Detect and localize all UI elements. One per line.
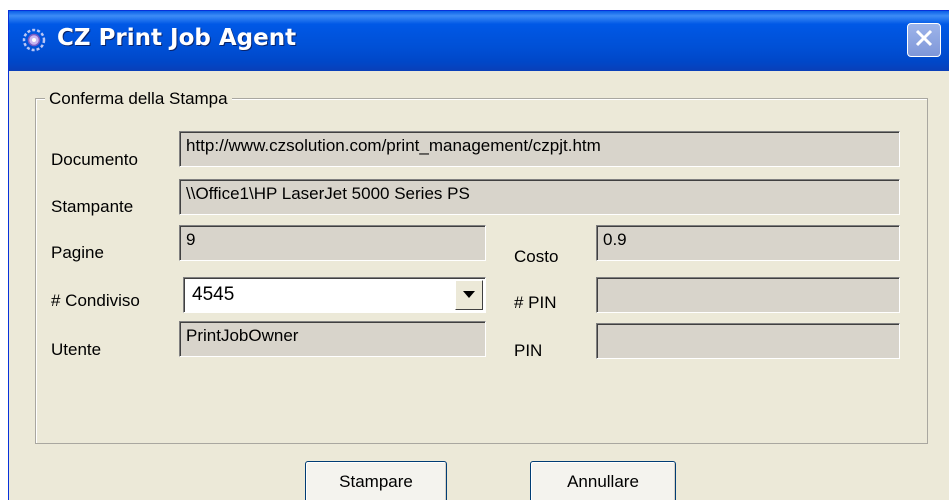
pagine-field: 9 (179, 225, 486, 261)
documento-label: Documento (51, 150, 138, 169)
utente-field: PrintJobOwner (179, 321, 486, 357)
window-title: CZ Print Job Agent (57, 25, 297, 51)
costo-label: Costo (514, 247, 559, 266)
utente-label: Utente (51, 340, 102, 359)
chevron-down-icon (463, 286, 475, 304)
dropdown-button[interactable] (455, 280, 483, 310)
documento-field: http://www.czsolution.com/print_manageme… (179, 131, 900, 167)
group-legend: Conferma della Stampa (45, 89, 232, 109)
costo-field: 0.9 (596, 225, 900, 261)
title-bar[interactable]: CZ Print Job Agent (9, 11, 949, 71)
print-button[interactable]: Stampare (305, 461, 447, 500)
pin-hash-field (596, 277, 900, 313)
condiviso-value: 4545 (192, 284, 235, 305)
print-button-label: Stampare (339, 472, 413, 491)
dialog-window: CZ Print Job Agent Conferma della Stampa… (8, 10, 949, 500)
close-button[interactable] (907, 23, 941, 57)
stampante-label: Stampante (51, 197, 134, 216)
stampante-field: \\Office1\HP LaserJet 5000 Series PS (179, 179, 900, 215)
globe-gear-icon (21, 27, 47, 53)
pin-field (596, 323, 900, 359)
pagine-label: Pagine (51, 243, 104, 262)
pin-hash-label: # PIN (514, 293, 557, 312)
cancel-button-label: Annullare (567, 472, 639, 491)
close-icon (913, 27, 935, 54)
condiviso-select[interactable]: 4545 (183, 277, 486, 313)
condiviso-label: # Condiviso (51, 291, 140, 310)
cancel-button[interactable]: Annullare (530, 461, 676, 500)
pin-label: PIN (514, 341, 543, 360)
